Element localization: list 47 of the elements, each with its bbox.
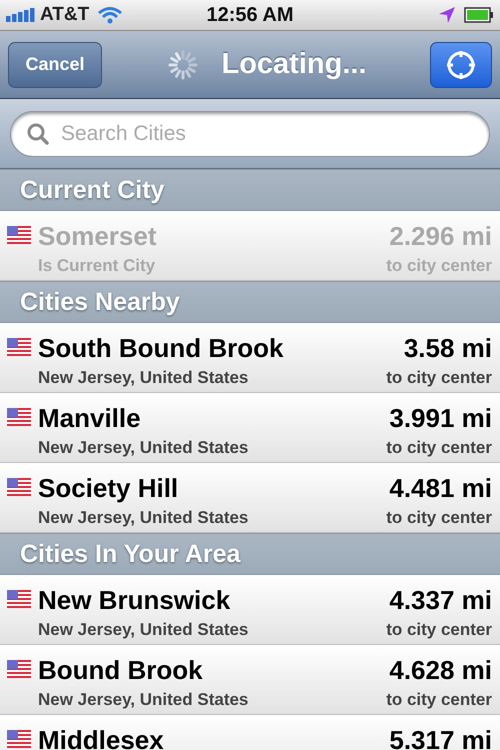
- city-distance: 3.58 mi: [404, 333, 492, 364]
- section-title: Cities Nearby: [20, 288, 180, 316]
- flag-icon: [7, 590, 31, 608]
- city-name: Manville: [38, 403, 141, 434]
- cancel-button[interactable]: Cancel: [8, 42, 102, 88]
- city-region: New Jersey, United States: [38, 438, 248, 458]
- flag-icon: [7, 730, 31, 748]
- city-name: Society Hill: [38, 473, 178, 504]
- city-distance: 4.337 mi: [389, 585, 492, 616]
- section-title: Current City: [20, 176, 164, 204]
- wifi-icon: [97, 6, 124, 24]
- distance-caption: to city center: [386, 368, 492, 388]
- city-distance: 4.481 mi: [389, 473, 492, 504]
- distance-caption: to city center: [386, 508, 492, 528]
- city-name: South Bound Brook: [38, 333, 284, 364]
- distance-caption: to city center: [386, 620, 492, 640]
- signal-icon: [6, 8, 36, 22]
- carrier-name: AT&T: [40, 4, 90, 26]
- distance-caption: to city center: [386, 690, 492, 710]
- section-title: Cities In Your Area: [20, 540, 240, 568]
- city-region: New Jersey, United States: [38, 690, 248, 710]
- flag-icon: [7, 478, 31, 496]
- city-name: Bound Brook: [38, 655, 203, 686]
- loading-spinner-icon: [166, 48, 200, 82]
- flag-icon: [7, 226, 31, 244]
- search-field[interactable]: Search Cities: [10, 110, 490, 156]
- city-distance: 3.991 mi: [389, 403, 492, 434]
- city-name: Somerset: [38, 221, 156, 252]
- city-region: New Jersey, United States: [38, 620, 248, 640]
- locate-button[interactable]: [430, 42, 492, 88]
- city-name: Middlesex: [38, 725, 164, 750]
- city-distance: 2.296 mi: [389, 221, 492, 252]
- location-arrow-icon: [438, 6, 456, 24]
- distance-caption: to city center: [386, 256, 492, 276]
- distance-caption: to city center: [386, 438, 492, 458]
- nav-title: Locating...: [222, 48, 366, 81]
- status-time: 12:56 AM: [206, 4, 294, 26]
- flag-icon: [7, 338, 31, 356]
- battery-icon: [464, 7, 494, 23]
- flag-icon: [7, 408, 31, 426]
- city-region: New Jersey, United States: [38, 508, 248, 528]
- flag-icon: [7, 660, 31, 678]
- city-distance: 4.628 mi: [389, 655, 492, 686]
- city-name: New Brunswick: [38, 585, 230, 616]
- city-region: Is Current City: [38, 256, 156, 276]
- city-region: New Jersey, United States: [38, 368, 248, 388]
- city-distance: 5.317 mi: [389, 725, 492, 750]
